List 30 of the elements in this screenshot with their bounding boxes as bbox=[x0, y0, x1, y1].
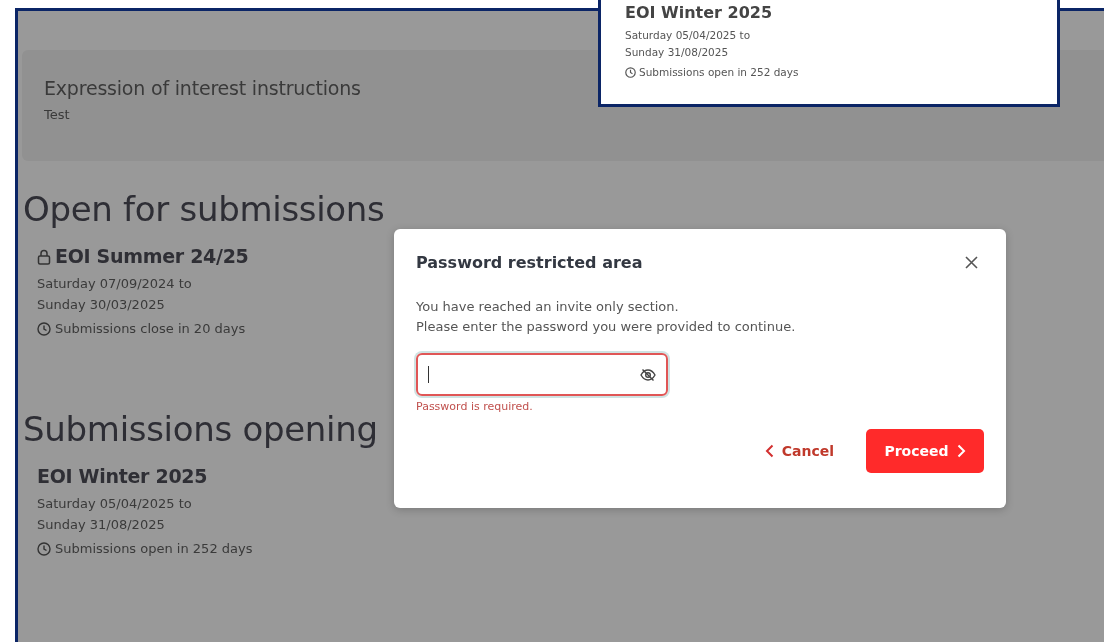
cancel-button[interactable]: Cancel bbox=[764, 429, 834, 473]
close-icon[interactable] bbox=[965, 256, 978, 269]
start-date: Saturday 07/09/2024 to bbox=[37, 275, 192, 293]
end-date: Sunday 30/03/2025 bbox=[37, 296, 165, 314]
error-message: Password is required. bbox=[416, 400, 533, 413]
start-date: Saturday 05/04/2025 to bbox=[37, 495, 192, 513]
section-heading: Submissions opening bbox=[23, 408, 378, 451]
clock-icon bbox=[37, 541, 51, 556]
instructions-title: Expression of interest instructions bbox=[44, 77, 362, 99]
clock-icon bbox=[37, 321, 51, 336]
end-date: Sunday 31/08/2025 bbox=[625, 45, 730, 60]
eoi-title[interactable]: EOI Winter 2025 bbox=[37, 465, 208, 487]
chevron-right-icon bbox=[956, 444, 966, 458]
dialog-message: You have reached an invite only section. bbox=[416, 298, 679, 316]
submission-status: Submissions open in 252 days bbox=[639, 66, 799, 78]
submission-status: Submissions open in 252 days bbox=[55, 541, 253, 556]
dialog-message: Please enter the password you were provided to continue. bbox=[416, 318, 796, 336]
submission-status: Submissions close in 20 days bbox=[55, 321, 246, 336]
dialog-title: Password restricted area bbox=[416, 253, 643, 272]
eoi-title: EOI Winter 2025 bbox=[625, 3, 774, 22]
eoi-title[interactable]: EOI Summer 24/25 bbox=[55, 245, 249, 267]
eye-slash-icon[interactable] bbox=[640, 367, 656, 382]
section-heading: Open for submissions bbox=[23, 188, 385, 231]
clock-icon bbox=[625, 66, 636, 78]
password-field[interactable] bbox=[416, 353, 668, 396]
end-date: Sunday 31/08/2025 bbox=[37, 516, 165, 534]
start-date: Saturday 05/04/2025 to bbox=[625, 28, 752, 43]
proceed-button[interactable]: Proceed bbox=[866, 429, 984, 473]
chevron-left-icon bbox=[764, 444, 774, 458]
instructions-text: Test bbox=[44, 107, 71, 122]
